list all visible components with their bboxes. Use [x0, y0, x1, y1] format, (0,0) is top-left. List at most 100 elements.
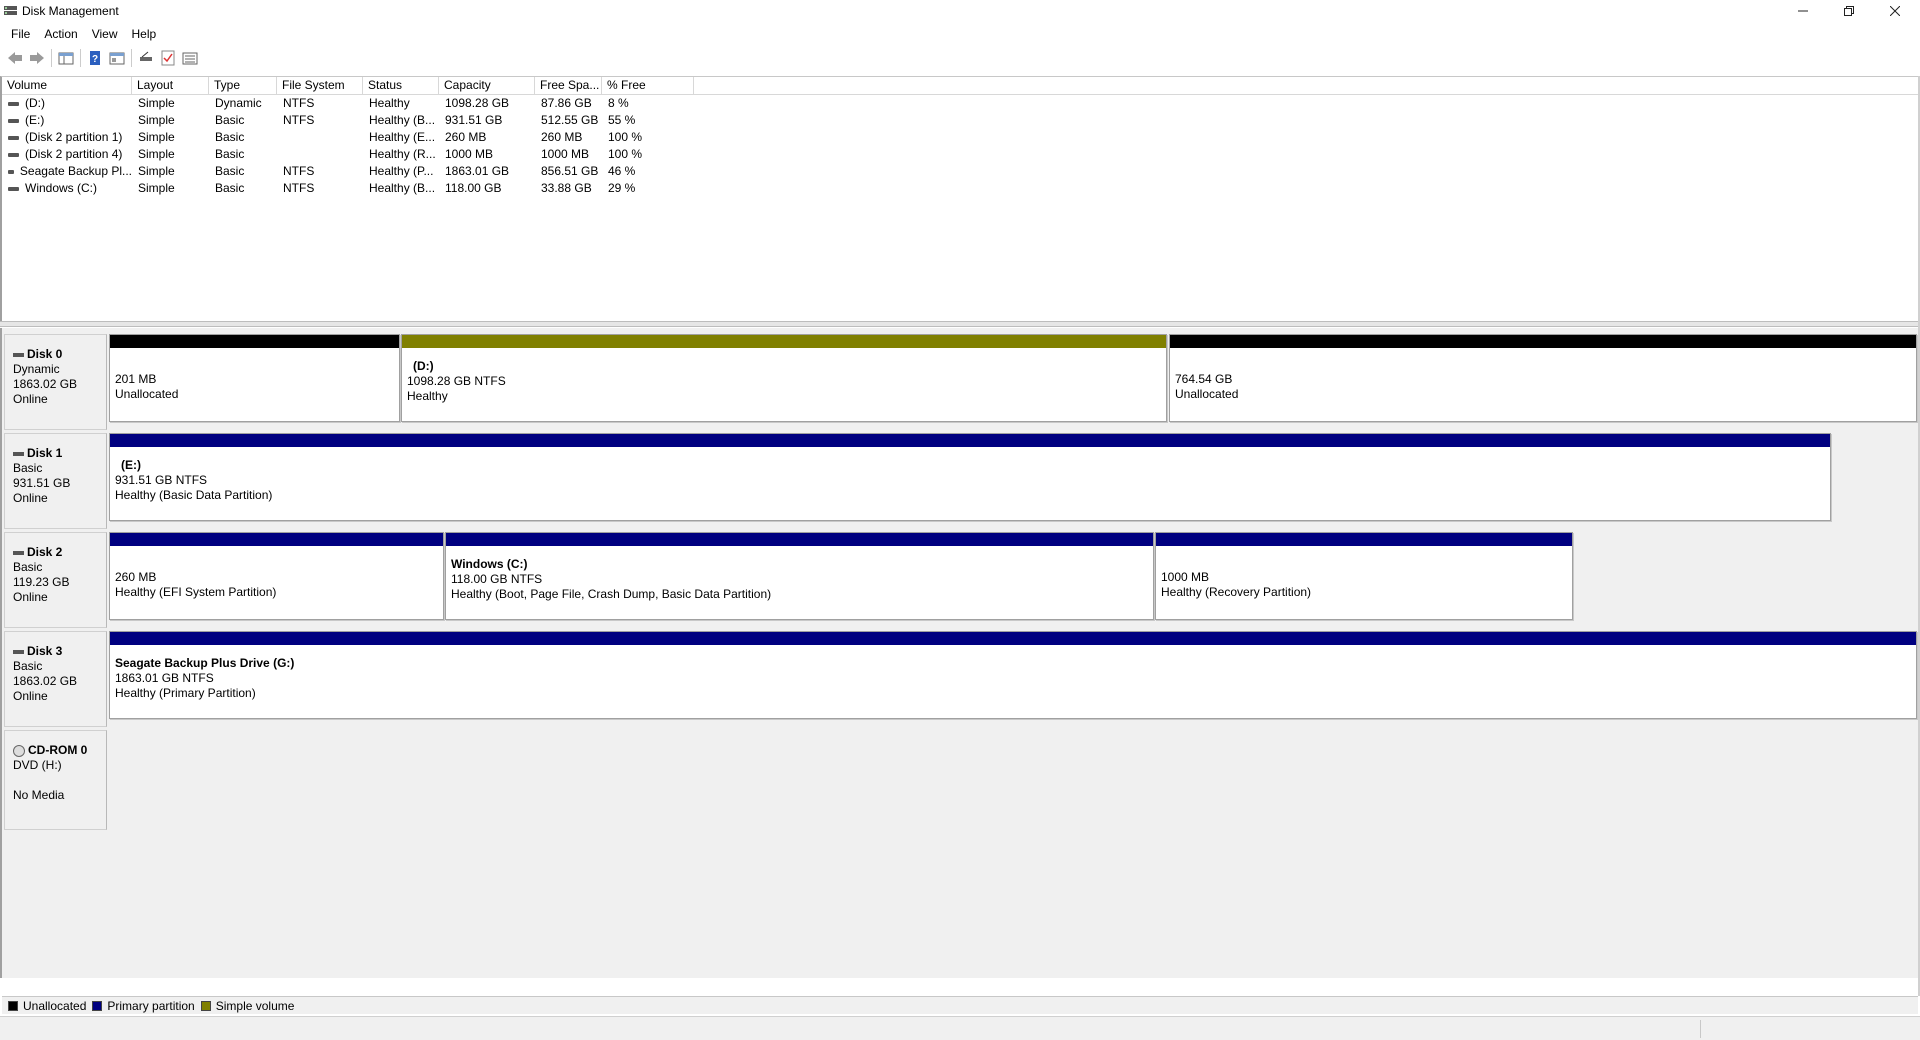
volume-capacity: 1000 MB [445, 147, 494, 161]
minimize-button[interactable] [1780, 0, 1826, 22]
partition-status: Unallocated [115, 387, 179, 401]
column-header-capacity[interactable]: Capacity [439, 77, 535, 94]
disk-icon [13, 649, 24, 654]
column-header-file-system[interactable]: File System [277, 77, 363, 94]
volume-percent-free: 100 % [608, 130, 643, 144]
status-bar-separator [1700, 1020, 1701, 1038]
partition-color-bar [1170, 335, 1916, 348]
legend-swatch [92, 1000, 103, 1011]
status-bar [0, 1016, 1920, 1040]
console-tree-button[interactable] [55, 47, 77, 69]
column-header-status[interactable]: Status [363, 77, 439, 94]
volume-file-system [277, 129, 363, 146]
partition-size: 201 MB [115, 372, 157, 386]
partition-block[interactable]: Seagate Backup Plus Drive (G:) 1863.01 G… [109, 631, 1917, 719]
menu-file[interactable]: File [4, 27, 37, 41]
table-row[interactable]: (D:) Simple Dynamic NTFS Healthy 1098.28… [2, 95, 1920, 112]
svg-text:?: ? [92, 54, 98, 65]
menu-action[interactable]: Action [37, 27, 84, 41]
partition-name: (E:) [121, 458, 141, 472]
disk-2-info[interactable]: Disk 2 Basic 119.23 GB Online [4, 532, 107, 628]
volume-free-space: 87.86 GB [541, 96, 592, 110]
table-row[interactable]: (Disk 2 partition 1) Simple Basic Health… [2, 129, 1920, 146]
disk-1-info[interactable]: Disk 1 Basic 931.51 GB Online [4, 433, 107, 529]
partition-status: Healthy (EFI System Partition) [115, 585, 277, 599]
volume-layout: Simple [138, 130, 175, 144]
back-icon [8, 52, 22, 64]
disk-size: 1863.02 GB [13, 674, 78, 688]
volume-free-space: 512.55 GB [541, 113, 599, 127]
volume-file-system [277, 146, 363, 163]
legend-item-primary-partition: Primary partition [92, 999, 195, 1013]
column-header-volume[interactable]: Volume [2, 77, 132, 94]
partition-color-bar [446, 533, 1153, 546]
legend: Unallocated Primary partition Simple vol… [2, 996, 1918, 1014]
partition-block[interactable]: 260 MB Healthy (EFI System Partition) [109, 532, 444, 620]
table-row[interactable]: (E:) Simple Basic NTFS Healthy (B... 931… [2, 112, 1920, 129]
disk-type: Basic [13, 659, 43, 673]
legend-label: Simple volume [215, 998, 295, 1013]
partition-block[interactable]: (D:) 1098.28 GB NTFS Healthy [401, 334, 1167, 422]
partition-block[interactable]: (E:) 931.51 GB NTFS Healthy (Basic Data … [109, 433, 1831, 521]
drive-icon [8, 186, 19, 191]
close-button[interactable] [1872, 0, 1918, 22]
pane-splitter[interactable] [0, 321, 1920, 327]
partition-status: Healthy (Boot, Page File, Crash Dump, Ba… [451, 587, 772, 601]
legend-swatch [200, 1000, 211, 1011]
list-button[interactable] [179, 47, 201, 69]
volume-file-system: NTFS [283, 96, 315, 110]
volume-capacity: 1098.28 GB [445, 96, 510, 110]
help-button[interactable]: ? [84, 47, 106, 69]
restore-button[interactable] [1826, 0, 1872, 22]
disk-management-app-icon [4, 6, 17, 15]
cdrom-info[interactable]: CD-ROM 0 DVD (H:) No Media [4, 730, 107, 830]
column-header-percent-free[interactable]: % Free [602, 77, 694, 94]
partition-block[interactable]: 1000 MB Healthy (Recovery Partition) [1155, 532, 1573, 620]
table-row[interactable]: Windows (C:) Simple Basic NTFS Healthy (… [2, 180, 1920, 197]
forward-button[interactable] [26, 47, 48, 69]
disk-icon [13, 352, 24, 357]
volume-status: Healthy [369, 96, 410, 110]
column-header-type[interactable]: Type [209, 77, 277, 94]
toolbar-separator [131, 49, 132, 67]
table-row[interactable]: (Disk 2 partition 4) Simple Basic Health… [2, 146, 1920, 163]
table-row[interactable]: Seagate Backup Pl... Simple Basic NTFS H… [2, 163, 1920, 180]
partition-status: Healthy (Recovery Partition) [1161, 585, 1312, 599]
partition-size: 1000 MB [1161, 570, 1210, 584]
volume-free-space: 856.51 GB [541, 164, 599, 178]
back-button[interactable] [4, 47, 26, 69]
disk-type: Dynamic [13, 362, 60, 376]
column-header-layout[interactable]: Layout [132, 77, 209, 94]
partition-block[interactable]: 764.54 GB Unallocated [1169, 334, 1917, 422]
volume-type: Basic [215, 113, 245, 127]
disk-0-info[interactable]: Disk 0 Dynamic 1863.02 GB Online [4, 334, 107, 430]
connect-button[interactable] [135, 47, 157, 69]
volume-layout: Simple [138, 147, 175, 161]
partition-color-bar [110, 335, 399, 348]
column-header-free-space[interactable]: Free Spa... [535, 77, 602, 94]
disk-name: Disk 1 [27, 446, 63, 460]
partition-block[interactable]: 201 MB Unallocated [109, 334, 400, 422]
drive-icon [8, 135, 19, 140]
window-title: Disk Management [22, 4, 119, 18]
menu-view[interactable]: View [85, 27, 125, 41]
properties-button[interactable] [106, 47, 128, 69]
check-button[interactable] [157, 47, 179, 69]
volume-free-space: 33.88 GB [541, 181, 592, 195]
partition-block[interactable]: Windows (C:) 118.00 GB NTFS Healthy (Boo… [445, 532, 1154, 620]
partition-color-bar [110, 632, 1916, 645]
disk-3-info[interactable]: Disk 3 Basic 1863.02 GB Online [4, 631, 107, 727]
volume-layout: Simple [138, 96, 175, 110]
partition-size: 764.54 GB [1175, 372, 1233, 386]
menu-help[interactable]: Help [125, 27, 164, 41]
volume-status: Healthy (B... [369, 113, 436, 127]
volume-capacity: 931.51 GB [445, 113, 503, 127]
volume-list: Volume Layout Type File System Status Ca… [0, 76, 1920, 321]
volume-name: (D:) [25, 96, 45, 110]
volume-percent-free: 29 % [608, 181, 636, 195]
volume-file-system: NTFS [283, 181, 315, 195]
connect-icon [140, 51, 152, 61]
volume-file-system: NTFS [283, 164, 315, 178]
restore-icon [1844, 6, 1854, 16]
menu-bar: File Action View Help [0, 22, 1920, 45]
